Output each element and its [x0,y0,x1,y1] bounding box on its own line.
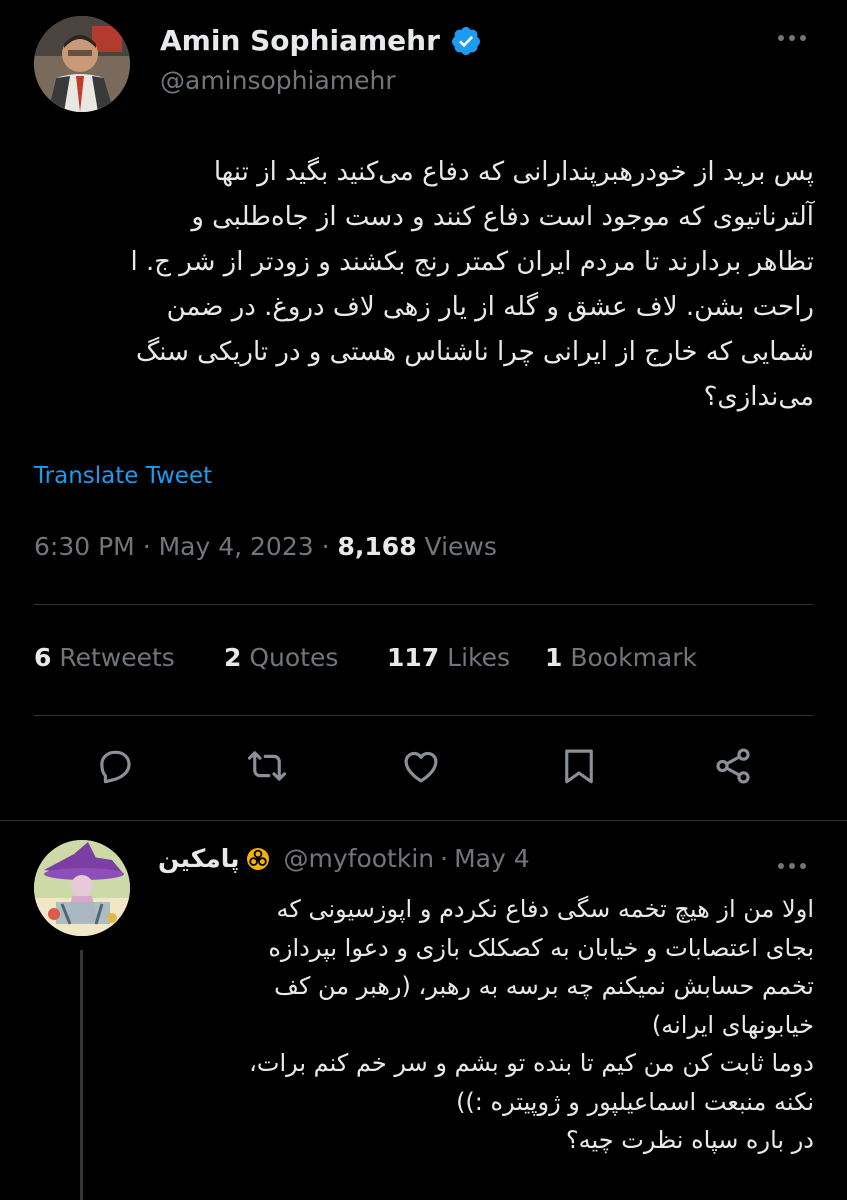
retweets-label: Retweets [59,643,175,672]
likes-count: 117 [387,643,440,672]
like-button[interactable] [400,745,442,787]
author-handle[interactable]: @aminsophiamehr [160,66,396,95]
tweet-metadata: 6:30 PM · May 4, 2023 · 8,168 Views [34,532,497,561]
author-name[interactable]: Amin Sophiamehr [160,24,482,57]
reply-date[interactable]: May 4 [454,844,530,873]
reply-author-name[interactable]: پامکین [158,844,240,873]
reply-separator: · [440,844,449,873]
tweet-detail-page: Amin Sophiamehr @aminsophiamehr پس برید … [0,0,847,1200]
author-avatar[interactable] [34,16,130,112]
reply-button[interactable] [94,745,136,787]
author-name-text[interactable]: Amin Sophiamehr [160,24,440,57]
translate-tweet-link[interactable]: Translate Tweet [34,463,212,489]
reply-author-handle[interactable]: @myfootkin [284,844,435,873]
bookmarks-stat[interactable]: 1 Bookmark [545,643,697,672]
meta-separator: · [142,532,151,561]
quotes-stat[interactable]: 2 Quotes [224,643,338,672]
reply-header: پامکین @myfootkin · May 4 [158,844,530,873]
reply-more-options-icon[interactable] [775,854,809,878]
divider [0,820,847,821]
bookmarks-count: 1 [545,643,563,672]
views-label: Views [424,532,497,561]
retweet-icon [247,751,287,781]
divider [34,604,813,605]
reply-icon [100,750,131,784]
quotes-count: 2 [224,643,242,672]
tweet-time[interactable]: 6:30 PM [34,532,135,561]
thread-connector-line [80,950,83,1200]
tweet-date[interactable]: May 4, 2023 [159,532,314,561]
bookmark-button[interactable] [558,745,600,787]
retweets-stat[interactable]: 6 Retweets [34,643,175,672]
reply-avatar[interactable] [34,840,130,936]
share-button[interactable] [712,745,754,787]
tweet-text: پس برید از خودرهبرپندارانی که دفاع می‌کن… [130,157,814,412]
likes-stat[interactable]: 117 Likes [387,643,510,672]
like-icon [404,751,438,783]
meta-separator: · [321,532,330,561]
quotes-label: Quotes [249,643,339,672]
views-count: 8,168 [337,532,417,561]
bookmark-icon [565,749,593,784]
more-options-icon[interactable] [775,26,809,50]
reply-text: اولا من از هیچ تخمه سگی دفاع نکردم و اپو… [249,895,814,1154]
retweet-button[interactable] [246,745,288,787]
likes-label: Likes [447,643,511,672]
divider [34,715,813,716]
bookmarks-label: Bookmark [570,643,698,672]
retweets-count: 6 [34,643,52,672]
share-icon [716,748,750,784]
verified-badge-icon [450,25,482,57]
biohazard-icon [246,847,270,871]
